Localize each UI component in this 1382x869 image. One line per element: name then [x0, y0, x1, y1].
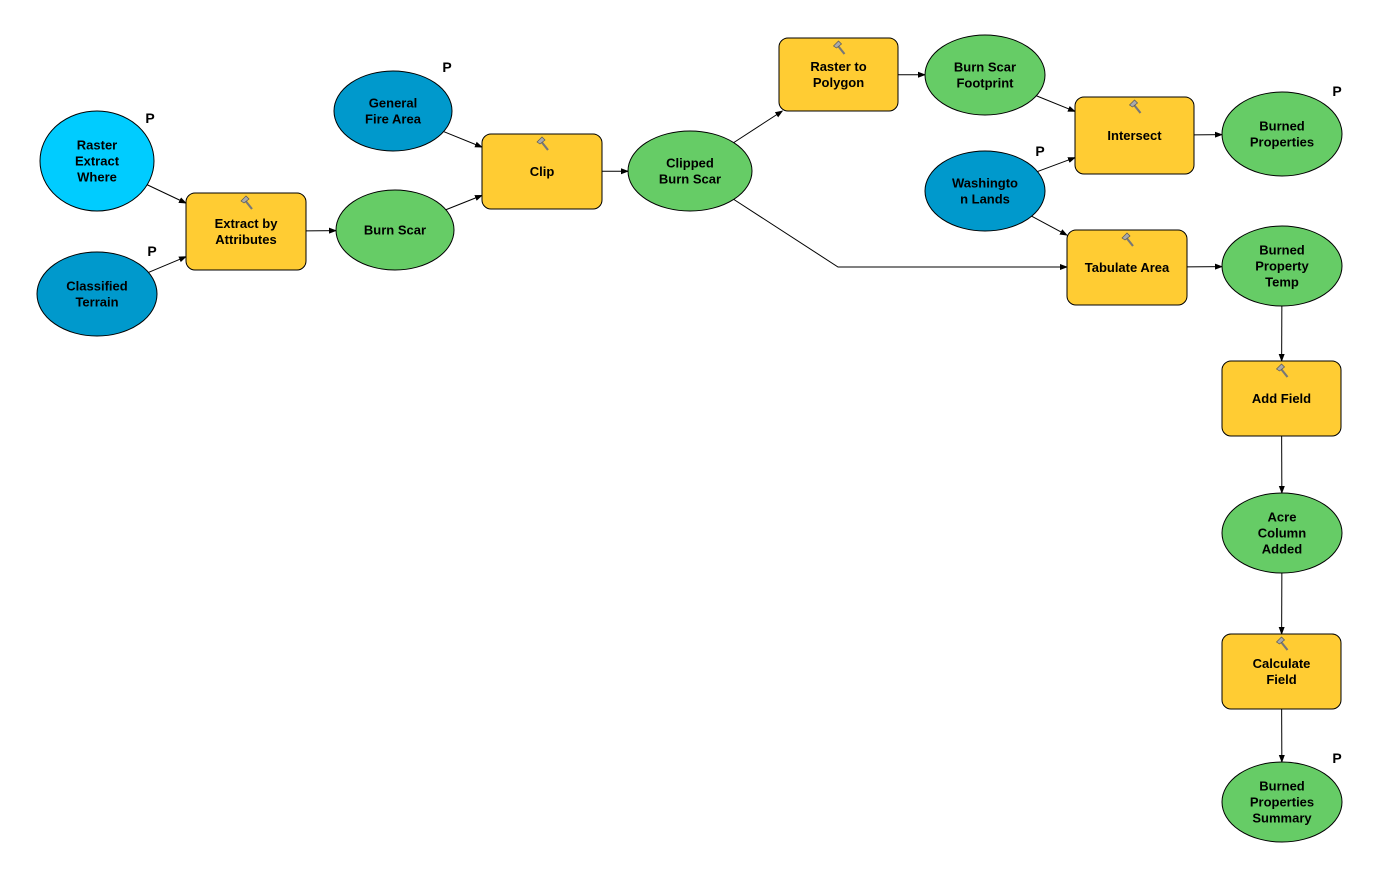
data-node-aca[interactable]: AcreColumnAdded [1222, 493, 1342, 573]
data-node-gfa[interactable]: GeneralFire Area P [334, 59, 452, 151]
node-label: Property [1255, 259, 1309, 274]
model-diagram: RasterExtractWhere P ClassifiedTerrain P Ext… [0, 0, 1382, 864]
data-node-bps[interactable]: BurnedPropertiesSummary P [1222, 750, 1342, 842]
tool-node-af[interactable]: Add Field [1222, 361, 1341, 436]
node-label: Burned [1259, 119, 1305, 134]
node-label: General [369, 96, 417, 111]
parameter-marker: P [147, 243, 156, 259]
node-label: Added [1262, 542, 1303, 557]
node-label: Burn Scar [954, 60, 1016, 75]
node-label: Tabulate Area [1085, 260, 1170, 275]
parameter-marker: P [442, 59, 451, 75]
data-node-wl[interactable]: Washington Lands P [925, 143, 1045, 231]
tool-node-rtp[interactable]: Raster toPolygon [779, 38, 898, 111]
tool-node-cf[interactable]: CalculateField [1222, 634, 1341, 709]
data-node-bp[interactable]: BurnedProperties P [1222, 83, 1342, 176]
tool-node-ta[interactable]: Tabulate Area [1067, 230, 1187, 305]
node-label: Summary [1252, 811, 1312, 826]
parameter-marker: P [145, 110, 154, 126]
connector-rew-to-eba[interactable] [147, 185, 186, 203]
node-label: Calculate [1253, 656, 1311, 671]
data-node-bsf[interactable]: Burn ScarFootprint [925, 35, 1045, 115]
node-label: Field [1266, 672, 1296, 687]
node-label: Burn Scar [659, 172, 721, 187]
connector-gfa-to-clip[interactable] [444, 132, 482, 148]
node-label: Properties [1250, 135, 1314, 150]
node-label: Washingto [952, 176, 1018, 191]
node-label: n Lands [960, 192, 1010, 207]
node-label: Terrain [75, 295, 118, 310]
parameter-marker: P [1332, 750, 1341, 766]
node-label: Raster [77, 138, 117, 153]
node-label: Where [77, 170, 117, 185]
node-label: Acre [1268, 510, 1297, 525]
node-label: Column [1258, 526, 1306, 541]
data-node-bpt[interactable]: BurnedPropertyTemp [1222, 226, 1342, 306]
node-label: Extract [75, 154, 120, 169]
node-label: Clip [530, 164, 555, 179]
connector-bs-to-clip[interactable] [446, 195, 482, 209]
node-label: Clipped [666, 156, 714, 171]
parameter-marker: P [1035, 143, 1044, 159]
node-label: Intersect [1107, 128, 1162, 143]
connector-cbs-to-rtp[interactable] [734, 111, 783, 143]
node-label: Footprint [956, 76, 1014, 91]
data-node-bs[interactable]: Burn Scar [336, 190, 454, 270]
connector-bsf-to-int[interactable] [1036, 96, 1075, 112]
tool-node-clip[interactable]: Clip [482, 134, 602, 209]
node-label: Burn Scar [364, 223, 426, 238]
data-node-rew[interactable]: RasterExtractWhere P [40, 110, 155, 211]
node-label: Fire Area [365, 112, 422, 127]
node-label: Attributes [215, 232, 276, 247]
parameter-marker: P [1332, 83, 1341, 99]
data-node-cbs[interactable]: ClippedBurn Scar [628, 131, 752, 211]
node-label: Extract by [215, 216, 279, 231]
tool-node-eba[interactable]: Extract byAttributes [186, 193, 306, 270]
data-node-ct[interactable]: ClassifiedTerrain P [37, 243, 157, 336]
connector-ct-to-eba[interactable] [148, 257, 186, 273]
node-label: Properties [1250, 795, 1314, 810]
node-label: Classified [66, 279, 127, 294]
node-label: Temp [1265, 275, 1299, 290]
node-label: Burned [1259, 243, 1305, 258]
connector-wl-to-ta[interactable] [1032, 216, 1067, 235]
node-label: Raster to [810, 59, 866, 74]
tool-node-int[interactable]: Intersect [1075, 97, 1194, 174]
connector-wl-to-int[interactable] [1037, 158, 1075, 172]
node-label: Burned [1259, 779, 1305, 794]
node-label: Add Field [1252, 391, 1311, 406]
node-label: Polygon [813, 75, 864, 90]
